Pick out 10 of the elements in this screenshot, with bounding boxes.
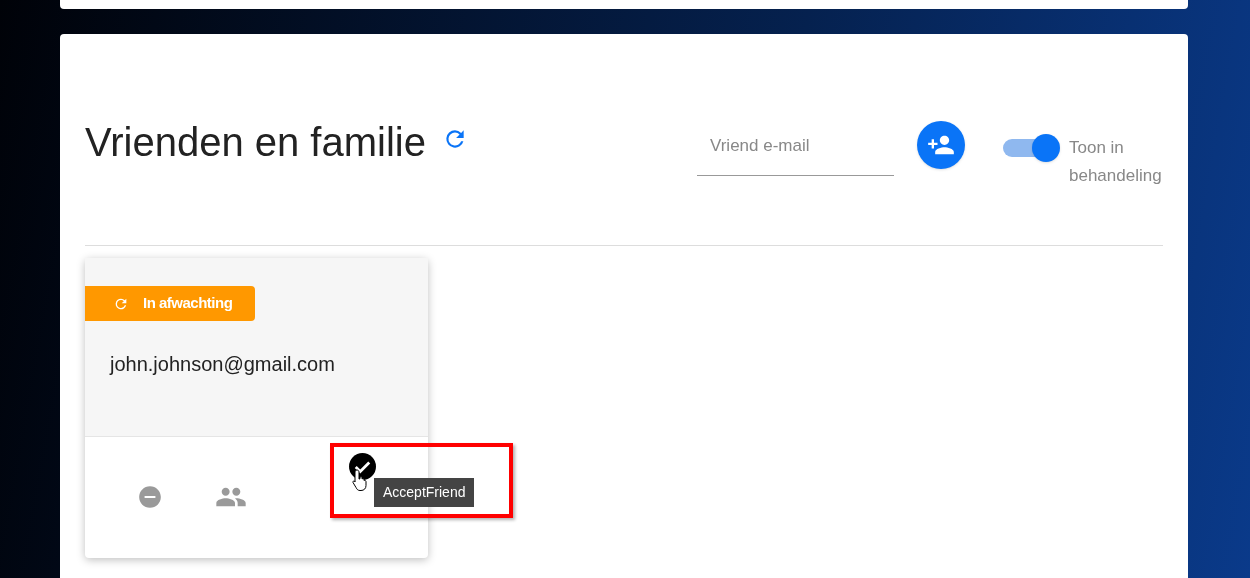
hand-cursor-icon — [352, 468, 370, 492]
toggle-label: Toon in behandeling — [1069, 137, 1163, 187]
add-friend-button[interactable] — [917, 121, 965, 169]
page-title: Vrienden en familie — [85, 119, 426, 166]
tooltip: AcceptFriend — [374, 478, 475, 507]
toggle-switch[interactable] — [1003, 134, 1061, 162]
remove-icon[interactable] — [137, 484, 163, 510]
status-label: In afwachting — [143, 293, 233, 314]
email-field[interactable]: Vriend e-mail — [697, 122, 894, 176]
friend-email: john.johnson@gmail.com — [110, 352, 336, 377]
